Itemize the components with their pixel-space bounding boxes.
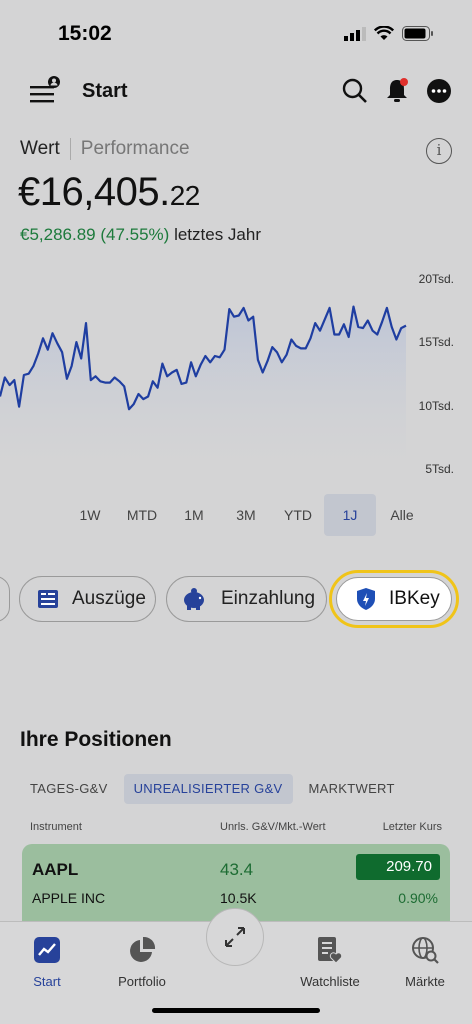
action-pill-partial[interactable] (0, 576, 10, 622)
chart-svg (0, 305, 407, 470)
statement-icon (38, 590, 58, 608)
watchlist-icon (318, 937, 343, 964)
nav-watchlist-label: Watchliste (300, 974, 360, 989)
range-tab-ytd[interactable]: YTD (272, 494, 324, 536)
tab-performance[interactable]: Performance (71, 138, 190, 160)
bottom-navigation: Start Portfolio Watchliste Märkte (0, 908, 472, 1024)
wifi-icon (374, 26, 394, 40)
pie-chart-icon (130, 936, 156, 962)
value-toggle: Wert Performance (20, 138, 190, 160)
more-options-icon[interactable] (424, 76, 454, 106)
search-icon[interactable] (340, 76, 370, 106)
portfolio-chart[interactable]: 20Tsd. 15Tsd. 10Tsd. 5Tsd. (0, 268, 472, 483)
range-selector: 1W MTD 1M 3M YTD 1J Alle (64, 494, 428, 536)
statements-button[interactable]: Auszüge (19, 576, 156, 622)
y-tick-label: 5Tsd. (425, 462, 454, 476)
trade-button[interactable] (206, 908, 264, 966)
column-pnl: Unrls. G&V/Mkt.-Wert (220, 821, 326, 833)
portfolio-value-cents: 22 (169, 180, 201, 211)
deposit-label: Einzahlung (221, 588, 316, 609)
menu-icon[interactable] (30, 76, 62, 106)
positions-tabs: TAGES-G&V UNREALISIERTER G&V MARKTWERT (20, 774, 405, 804)
column-instrument: Instrument (30, 821, 82, 833)
home-indicator (152, 1008, 320, 1013)
positions-tab-1[interactable]: UNREALISIERTER G&V (123, 774, 293, 804)
range-tab-1j[interactable]: 1J (324, 494, 376, 536)
app-header: Start (0, 70, 472, 114)
status-bar: 15:02 (0, 0, 472, 70)
signal-icon (344, 26, 366, 41)
y-tick-label: 10Tsd. (418, 398, 454, 413)
position-symbol: AAPL (32, 860, 79, 879)
piggy-bank-icon (181, 588, 207, 610)
portfolio-value-main: €16,405. (18, 170, 170, 214)
positions-tab-2[interactable]: MARKTWERT (299, 774, 405, 804)
portfolio-value: €16,405.22 (18, 170, 200, 215)
position-last-price: 209.70 (356, 854, 440, 880)
nav-portfolio-label: Portfolio (118, 974, 166, 989)
positions-title: Ihre Positionen (20, 728, 172, 751)
change-period-label: letztes Jahr (174, 225, 262, 244)
position-change-percent: 0.90% (398, 890, 438, 906)
statements-label: Auszüge (72, 588, 146, 609)
shield-icon (357, 588, 375, 610)
page-title: Start (82, 80, 128, 102)
range-tab-alle[interactable]: Alle (376, 494, 428, 536)
nav-watchlist[interactable]: Watchliste (290, 934, 370, 989)
trade-arrows-icon (225, 927, 245, 947)
status-time: 15:02 (58, 22, 112, 45)
position-name: APPLE INC (32, 890, 106, 906)
info-icon[interactable]: i (426, 138, 452, 164)
column-last-price: Letzter Kurs (382, 821, 442, 833)
nav-markets[interactable]: Märkte (385, 934, 465, 989)
chart-area (0, 306, 406, 470)
position-pnl: 43.4 (220, 860, 254, 879)
globe-search-icon (412, 937, 439, 964)
tab-value[interactable]: Wert (20, 138, 71, 160)
nav-start-label: Start (33, 974, 61, 989)
nav-portfolio[interactable]: Portfolio (102, 934, 182, 989)
range-tab-mtd[interactable]: MTD (116, 494, 168, 536)
change-amount: €5,286.89 (47.55%) (20, 225, 170, 244)
battery-icon (402, 26, 433, 41)
range-tab-1m[interactable]: 1M (168, 494, 220, 536)
status-icons (344, 26, 434, 41)
position-market-value: 10.5K (220, 890, 257, 906)
ibkey-button[interactable]: IBKey (336, 577, 452, 621)
notification-bell-icon[interactable] (382, 76, 412, 106)
deposit-button[interactable]: Einzahlung (166, 576, 327, 622)
range-tab-1w[interactable]: 1W (64, 494, 116, 536)
positions-tab-0[interactable]: TAGES-G&V (20, 774, 118, 804)
range-tab-3m[interactable]: 3M (220, 494, 272, 536)
nav-start[interactable]: Start (7, 934, 87, 989)
nav-markets-label: Märkte (405, 974, 445, 989)
y-tick-label: 15Tsd. (418, 335, 454, 350)
chart-line-icon (34, 937, 60, 963)
quick-actions: Auszüge Einzahlung IBKey (0, 568, 472, 628)
ibkey-label: IBKey (389, 588, 440, 609)
y-tick-label: 20Tsd. (418, 272, 454, 286)
ibkey-highlight: IBKey (329, 570, 459, 628)
portfolio-change: €5,286.89 (47.55%) letztes Jahr (20, 225, 261, 245)
